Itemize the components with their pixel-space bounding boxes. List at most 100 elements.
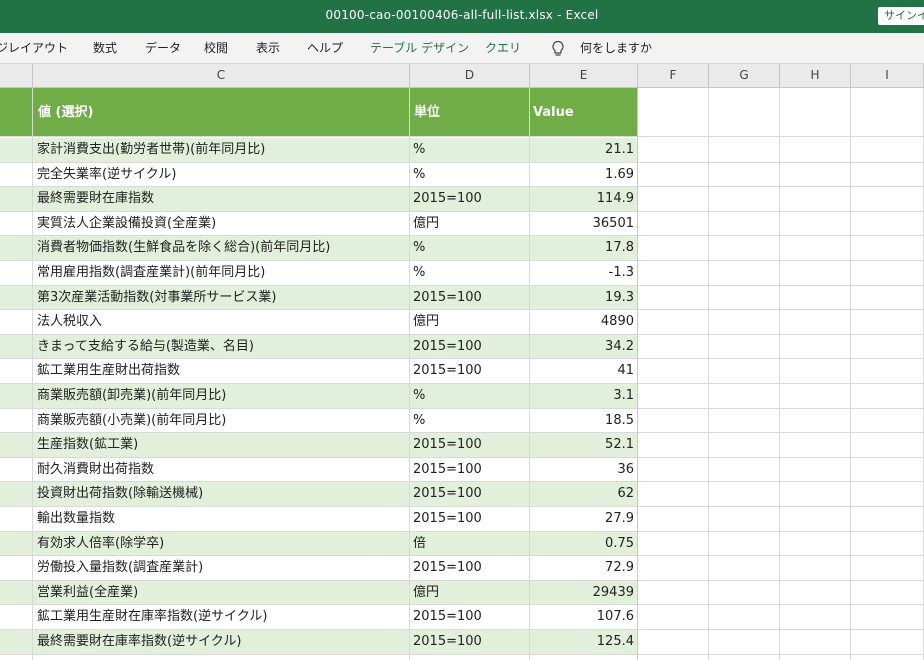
cell-unit[interactable]: 2015=100 — [410, 359, 530, 384]
cell-unit[interactable]: % — [410, 261, 530, 286]
tell-me-search[interactable]: 何をしますか — [580, 33, 652, 63]
column-header-g[interactable]: G — [709, 64, 780, 87]
gridline-horizontal — [0, 530, 924, 532]
column-header-i[interactable]: I — [851, 64, 924, 87]
column-header-e[interactable]: E — [530, 64, 638, 87]
table-row: 最終需要財在庫率指数(逆サイクル) 2015=100 125.4 — [0, 630, 924, 655]
title-bar: 00100-cao-00100406-all-full-list.xlsx - … — [0, 0, 924, 33]
cell-unit[interactable]: 倍 — [410, 532, 530, 557]
cell-indicator-name[interactable]: 最終需要財在庫指数 — [33, 187, 410, 212]
cell-unit[interactable]: % — [410, 163, 530, 188]
cell-unit[interactable]: % — [410, 384, 530, 409]
header-cell-value[interactable]: Value — [533, 88, 574, 137]
cell-indicator-name[interactable]: 完全失業率(逆サイクル) — [33, 163, 410, 188]
cell-value[interactable]: 0.75 — [530, 532, 638, 557]
cell-value[interactable]: 114.9 — [530, 187, 638, 212]
cell-value[interactable]: 3.1 — [530, 384, 638, 409]
cell-indicator-name[interactable]: きまって支給する給与(製造業、名目) — [33, 335, 410, 360]
cell-indicator-name[interactable]: 営業利益(全産業) — [33, 581, 410, 606]
cell-value[interactable]: 107.6 — [530, 605, 638, 630]
tab-view[interactable]: 表示 — [256, 33, 280, 63]
tab-help[interactable]: ヘルプ — [307, 33, 343, 63]
cell-indicator-name[interactable]: 労働投入量指数(調査産業計) — [33, 556, 410, 581]
tab-review[interactable]: 校閲 — [204, 33, 228, 63]
column-header-blank[interactable] — [0, 64, 33, 87]
cell-value[interactable]: 4890 — [530, 310, 638, 335]
cell-unit[interactable]: 2015=100 — [410, 556, 530, 581]
table-row: 輸出数量指数 2015=100 27.9 — [0, 507, 924, 532]
cell-value[interactable]: 29439 — [530, 581, 638, 606]
cell-unit[interactable]: 2015=100 — [410, 286, 530, 311]
cell-value[interactable]: 52.1 — [530, 433, 638, 458]
cell-value[interactable]: 36 — [530, 458, 638, 483]
column-header-f[interactable]: F — [638, 64, 709, 87]
cell-unit[interactable]: % — [410, 236, 530, 261]
column-header-d[interactable]: D — [410, 64, 530, 87]
cell-unit[interactable]: 2015=100 — [410, 507, 530, 532]
cell-indicator-name[interactable]: 商業販売額(小売業)(前年同月比) — [33, 409, 410, 434]
cell-unit[interactable]: 2015=100 — [410, 630, 530, 655]
cell-value[interactable]: 72.9 — [530, 556, 638, 581]
sign-in-button[interactable]: サインイン — [878, 7, 924, 25]
cell-value[interactable]: 27.9 — [530, 507, 638, 532]
cell-value[interactable]: 18.5 — [530, 409, 638, 434]
cell-unit[interactable]: % — [410, 409, 530, 434]
tab-data[interactable]: データ — [145, 33, 181, 63]
gridline-horizontal — [0, 456, 924, 458]
cell-value[interactable]: 21.1 — [530, 138, 638, 163]
cell-unit[interactable]: % — [410, 138, 530, 163]
cell-value[interactable]: 1.69 — [530, 163, 638, 188]
cell-unit[interactable]: 2015=100 — [410, 458, 530, 483]
cell-indicator-name[interactable]: 実質法人企業設備投資(全産業) — [33, 212, 410, 237]
cell-indicator-name[interactable]: 商業販売額(卸売業)(前年同月比) — [33, 384, 410, 409]
cell-indicator-name[interactable]: 輸出数量指数 — [33, 507, 410, 532]
cell-indicator-name[interactable]: 消費者物価指数(生鮮食品を除く総合)(前年同月比) — [33, 236, 410, 261]
column-header-c[interactable]: C — [33, 64, 410, 87]
cell-unit[interactable]: 億円 — [410, 581, 530, 606]
tab-query[interactable]: クエリ — [485, 33, 521, 63]
cell-unit[interactable]: 2015=100 — [410, 187, 530, 212]
cell-indicator-name[interactable]: 最終需要財在庫率指数(逆サイクル) — [33, 630, 410, 655]
cell-indicator-name[interactable]: 鉱工業用生産財在庫率指数(逆サイクル) — [33, 605, 410, 630]
column-header-h[interactable]: H — [780, 64, 851, 87]
cell-unit[interactable]: 2015=100 — [410, 433, 530, 458]
gridline-horizontal — [0, 309, 924, 311]
tab-formulas[interactable]: 数式 — [93, 33, 117, 63]
cell-indicator-name[interactable]: 投資財出荷指数(除輸送機械) — [33, 482, 410, 507]
cell-value[interactable]: -1.3 — [530, 261, 638, 286]
ribbon-tabs: ジレイアウト 数式 データ 校閲 表示 ヘルプ テーブル デザイン クエリ 何を… — [0, 33, 924, 64]
cell-value[interactable]: 34.2 — [530, 335, 638, 360]
cell-unit[interactable]: 2015=100 — [410, 335, 530, 360]
tab-table-design[interactable]: テーブル デザイン — [370, 33, 469, 63]
cell-value[interactable]: 41 — [530, 359, 638, 384]
cell-unit[interactable]: 億円 — [410, 212, 530, 237]
table-right-edge — [637, 88, 638, 660]
cell-value[interactable]: 19.3 — [530, 286, 638, 311]
table-row: 常用雇用指数(調査産業計)(前年同月比)% -1.3 — [0, 261, 924, 286]
cell-value[interactable]: 62 — [530, 482, 638, 507]
header-cell-name[interactable]: 値 (選択) — [38, 88, 93, 137]
cell-indicator-name[interactable]: 法人税収入 — [33, 310, 410, 335]
gridline-horizontal — [0, 260, 924, 261]
gridline-horizontal — [0, 604, 924, 606]
cell-value[interactable]: 36501 — [530, 212, 638, 237]
lightbulb-icon[interactable] — [550, 40, 566, 58]
cell-indicator-name[interactable]: 生産指数(鉱工業) — [33, 433, 410, 458]
cell-indicator-name[interactable]: 家計消費支出(勤労者世帯)(前年同月比) — [33, 138, 410, 163]
cell-indicator-name[interactable]: 有効求人倍率(除学卒) — [33, 532, 410, 557]
cell-unit[interactable]: 2015=100 — [410, 605, 530, 630]
cell-indicator-name[interactable]: 鉱工業用生産財出荷指数 — [33, 359, 410, 384]
gridline-vertical — [529, 88, 530, 660]
worksheet-grid[interactable]: 値 (選択) 単位 Value 家計消費支出(勤労者世帯)(前年同月比)% 21.… — [0, 88, 924, 660]
gridline-horizontal — [0, 407, 924, 409]
cell-indicator-name[interactable]: 常用雇用指数(調査産業計)(前年同月比) — [33, 261, 410, 286]
cell-unit[interactable]: 2015=100 — [410, 482, 530, 507]
cell-unit[interactable]: 億円 — [410, 310, 530, 335]
cell-indicator-name[interactable]: 第3次産業活動指数(対事業所サービス業) — [33, 286, 410, 311]
gridline-horizontal — [0, 506, 924, 507]
cell-indicator-name[interactable]: 耐久消費財出荷指数 — [33, 458, 410, 483]
tab-page-layout[interactable]: ジレイアウト — [0, 33, 68, 63]
cell-value[interactable]: 125.4 — [530, 630, 638, 655]
header-cell-unit[interactable]: 単位 — [414, 88, 440, 137]
cell-value[interactable]: 17.8 — [530, 236, 638, 261]
